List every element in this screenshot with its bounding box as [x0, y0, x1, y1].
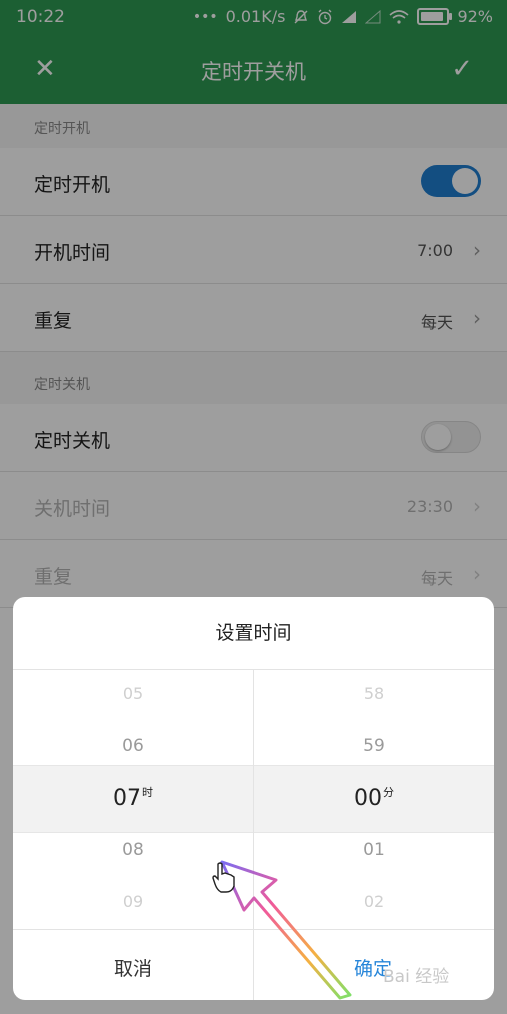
minute-option[interactable]: 59	[254, 736, 494, 756]
confirm-button[interactable]: 确定	[253, 954, 493, 981]
cancel-button[interactable]: 取消	[13, 954, 253, 981]
minute-selected-value: 00	[354, 786, 382, 811]
minute-selected[interactable]: 00分	[254, 786, 494, 811]
hour-selected-value: 07	[113, 786, 141, 811]
hour-option[interactable]: 09	[13, 892, 253, 911]
watermark: Bai 经验	[383, 967, 450, 987]
hour-selected[interactable]: 07时	[13, 786, 253, 811]
hour-option[interactable]: 05	[13, 684, 253, 703]
hour-option[interactable]: 08	[13, 840, 253, 860]
hour-option[interactable]: 06	[13, 736, 253, 756]
minute-unit-label: 分	[383, 786, 394, 799]
time-picker-wheels: 05 06 07时 08 09 58 59 00分 01 02	[13, 670, 494, 930]
dialog-title: 设置时间	[13, 597, 494, 670]
minute-option[interactable]: 01	[254, 840, 494, 860]
hour-unit-label: 时	[142, 786, 153, 799]
time-picker-dialog: 设置时间 05 06 07时 08 09 58 59 00分 01 02 取消 …	[13, 597, 494, 1000]
minute-option[interactable]: 58	[254, 684, 494, 703]
minute-option[interactable]: 02	[254, 892, 494, 911]
